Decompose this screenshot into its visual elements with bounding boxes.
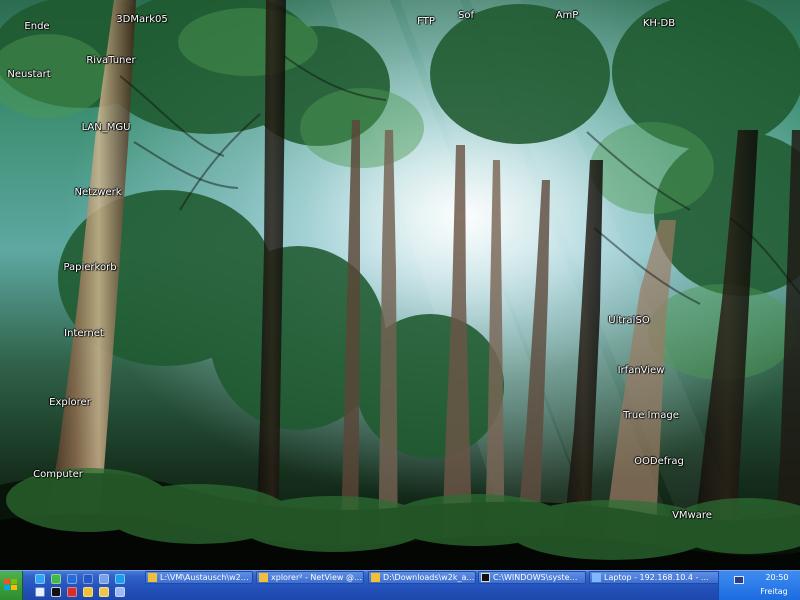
internet-icon[interactable]: Internet: [64, 328, 104, 340]
settings-icon[interactable]: [35, 587, 45, 597]
taskbar-button[interactable]: Laptop - 192.168.10.4 - ...: [589, 571, 721, 584]
utility-icon[interactable]: [115, 587, 125, 597]
start-button[interactable]: [0, 571, 23, 600]
desktop-icon-label: Neustart: [7, 69, 51, 80]
desktop-icon-label: Computer: [33, 469, 83, 480]
windows-logo-icon: [4, 579, 17, 590]
taskbar-button[interactable]: L:\VM\Austausch\w2k_...: [145, 571, 253, 584]
computer-icon[interactable]: Computer: [33, 469, 83, 481]
desktop-icon-label: VMware: [672, 510, 712, 521]
ftp-icon[interactable]: FTP: [417, 16, 435, 28]
software-icon[interactable]: Sof: [458, 10, 474, 22]
remote-desktop-icon: [592, 573, 601, 582]
terminal-icon[interactable]: [51, 587, 61, 597]
taskbar-button[interactable]: C:\WINDOWS\system3...: [478, 571, 586, 584]
network-shortcut-icon[interactable]: LAN_MGU: [82, 122, 131, 134]
desktop-icon-label: Netzwerk: [74, 187, 122, 198]
benchmark-icon[interactable]: 3DMark05: [116, 14, 167, 26]
folder-icon: [371, 573, 380, 582]
network-monitor-icon[interactable]: [734, 576, 744, 584]
window-app-icon[interactable]: [99, 574, 109, 584]
taskbar-button-label: L:\VM\Austausch\w2k_...: [160, 573, 253, 582]
vmware-icon[interactable]: VMware: [672, 510, 712, 522]
desktop-icon-label: 3DMark05: [116, 14, 168, 25]
desktop-icon-label: RivaTuner: [86, 55, 136, 66]
restart-icon[interactable]: Neustart: [7, 69, 50, 81]
desktop-icon-label: KH-DB: [642, 18, 676, 29]
taskbar-button-label: xplorer² - NetView @ ...: [271, 573, 364, 582]
desktop-icon-label: UltraISO: [608, 315, 650, 326]
ultraiso-icon[interactable]: UltraISO: [608, 315, 649, 327]
flag-icon[interactable]: [67, 587, 77, 597]
desktop-icon-label: LAN_MGU: [81, 122, 131, 133]
rivatuner-icon[interactable]: RivaTuner: [86, 55, 135, 67]
notification-area: 20:50 Freitag: [718, 571, 800, 600]
desktop-icon-label: AmP: [555, 10, 579, 21]
explorer-icon[interactable]: Explorer: [49, 397, 91, 409]
green-circle-icon[interactable]: [51, 574, 61, 584]
network-icon[interactable]: Netzwerk: [74, 187, 121, 199]
taskbar-button-label: C:\WINDOWS\system3...: [493, 573, 586, 582]
tray-day: Freitag: [760, 587, 788, 596]
irfanview-icon[interactable]: IrfanView: [618, 365, 665, 377]
tray-time[interactable]: 20:50: [759, 573, 795, 583]
forest-wallpaper: [0, 0, 800, 570]
desktop-icon-label: Sof: [458, 10, 474, 21]
true-image-icon[interactable]: True Image: [623, 410, 679, 422]
desktop: Ende 3DMark05 FTP Sof AmP KH-DB RivaTuner Neust…: [0, 0, 800, 570]
amp-icon[interactable]: AmP: [556, 10, 579, 22]
taskbar-button-label: Laptop - 192.168.10.4 - ...: [604, 573, 709, 582]
taskbar-button[interactable]: xplorer² - NetView @ ...: [256, 571, 364, 584]
xplorer-icon: [259, 573, 268, 582]
desktop-icon-label: FTP: [417, 16, 435, 27]
folder-icon: [148, 573, 157, 582]
desktop-icon-label: OODefrag: [634, 456, 684, 467]
taskbar: L:\VM\Austausch\w2k_... xplorer² - NetVie…: [0, 570, 800, 600]
shutdown-icon[interactable]: Ende: [24, 21, 49, 33]
database-icon[interactable]: KH-DB: [643, 18, 675, 30]
oodefrag-icon[interactable]: OODefrag: [634, 456, 684, 468]
m-app-icon[interactable]: [83, 574, 93, 584]
star-icon[interactable]: [99, 587, 109, 597]
command-prompt-icon: [481, 573, 490, 582]
taskbar-button-label: D:\Downloads\w2k_ad...: [383, 573, 476, 582]
desktop-icon-label: Internet: [64, 328, 104, 339]
globe-icon[interactable]: [35, 574, 45, 584]
desktop-icon-label: IrfanView: [617, 365, 665, 376]
desktop-icon-label: Ende: [24, 21, 50, 32]
taskbar-button[interactable]: D:\Downloads\w2k_ad...: [368, 571, 476, 584]
blue-square-icon[interactable]: [67, 574, 77, 584]
picture-app-icon[interactable]: [115, 574, 125, 584]
desktop-icon-label: Papierkorb: [63, 262, 117, 273]
desktop-icon-label: True Image: [623, 410, 679, 421]
recycle-bin-icon[interactable]: Papierkorb: [63, 262, 116, 274]
desktop-icon-label: Explorer: [49, 397, 91, 408]
folder-icon[interactable]: [83, 587, 93, 597]
